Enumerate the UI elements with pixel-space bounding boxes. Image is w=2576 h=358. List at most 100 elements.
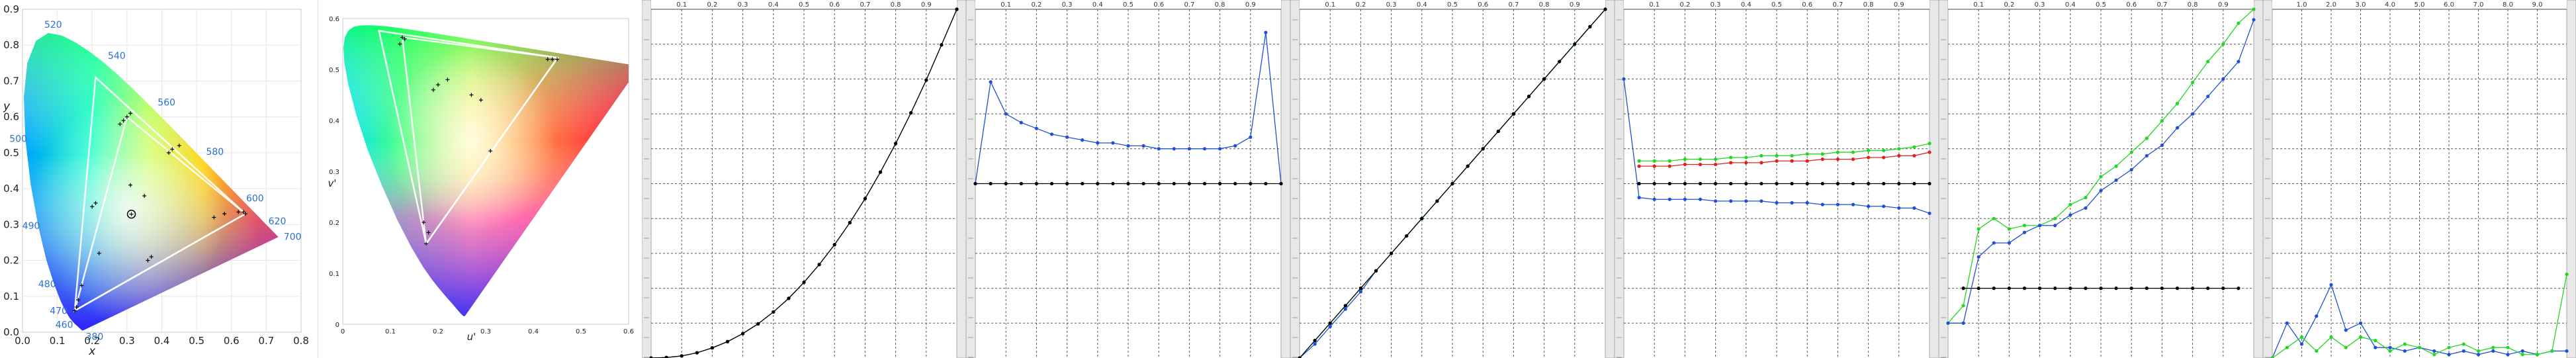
data-point (1667, 181, 1671, 186)
data-point (710, 346, 714, 350)
data-point (2160, 143, 2164, 148)
x-tick-label: 0.9 (1894, 1, 1904, 9)
x-tick-label: 6.0 (2444, 1, 2454, 9)
delta-e-color-chart: 1.0 2.0 3.0 4.0 5.0 6.0 7.0 8.0 9.0 (2263, 0, 2576, 358)
data-point (1141, 181, 1145, 186)
data-point (1851, 150, 1855, 154)
data-point (1667, 159, 1671, 163)
data-point (1992, 216, 1996, 220)
data-point (1343, 304, 1347, 308)
y-tick-label: 0.4 (329, 118, 339, 125)
data-point (2285, 345, 2289, 349)
delta-e-color-panel: 1.0 2.0 3.0 4.0 5.0 6.0 7.0 8.0 9.0 (2263, 0, 2576, 358)
data-point (2329, 283, 2333, 287)
data-point (2299, 342, 2304, 346)
data-point (1836, 157, 1840, 161)
data-point (1096, 141, 1100, 145)
gamma-curve-chart: 0.1 0.2 0.3 0.4 0.5 0.6 0.7 0.8 0.9 (642, 0, 966, 358)
data-point (1946, 321, 1950, 325)
data-point (2175, 287, 2180, 291)
data-point (1358, 287, 1362, 291)
gamma-deviation-chart: 0.1 0.2 0.3 0.4 0.5 0.6 0.7 0.8 0.9 (966, 0, 1290, 358)
data-point (1081, 181, 1085, 186)
data-point (1264, 181, 1268, 186)
data-point (1202, 181, 1207, 186)
data-point (1851, 181, 1855, 186)
x-tick-label: 0.7 (258, 335, 274, 347)
data-point (2447, 353, 2451, 357)
data-point (1897, 206, 1901, 210)
wavelength-label: 480 (38, 279, 56, 290)
x-tick-label: 0.2 (433, 328, 443, 336)
data-point (2068, 202, 2072, 206)
data-point (2099, 175, 2103, 179)
data-point (1805, 181, 1809, 186)
data-point (2329, 335, 2333, 339)
data-point (1313, 339, 1317, 343)
data-point (2129, 167, 2133, 172)
data-point (1759, 181, 1763, 186)
x-tick-label: 0.7 (860, 1, 870, 9)
data-point (1912, 206, 1916, 210)
data-point (1542, 77, 1546, 81)
data-point (2285, 321, 2289, 325)
x-tick-label: 9.0 (2532, 1, 2543, 9)
data-point (1820, 202, 1824, 206)
data-point (2068, 287, 2072, 291)
x-tick-label: 0.3 (2035, 1, 2045, 9)
x-tick-label: 0.4 (1092, 1, 1103, 9)
data-point (2053, 287, 2057, 291)
data-point (1897, 181, 1901, 186)
data-point (2506, 353, 2510, 357)
data-point (1496, 129, 1500, 134)
data-point (2114, 164, 2118, 168)
data-point (2432, 353, 2436, 357)
data-point (2160, 287, 2164, 291)
x-tick-label: 0.3 (1710, 1, 1721, 9)
data-point (2565, 272, 2569, 277)
data-point (1744, 199, 1748, 203)
data-point (1264, 30, 1268, 34)
data-point (1637, 181, 1641, 186)
data-point (2476, 349, 2481, 353)
x-tick-label: 0.5 (2096, 1, 2106, 9)
x-tick-label: 0.5 (576, 328, 586, 336)
data-point (1034, 181, 1038, 186)
data-point (1867, 148, 1871, 153)
data-point (1049, 181, 1054, 186)
data-point (1775, 159, 1779, 163)
data-point (1126, 181, 1130, 186)
data-point (1405, 234, 1409, 238)
data-point (2344, 345, 2348, 349)
data-point (1698, 157, 1703, 161)
x-tick-label: 0.5 (1771, 1, 1782, 9)
wavelength-label: 520 (44, 20, 62, 30)
cie-uv-chart: 0 0.1 0.2 0.3 0.4 0.5 0.6 0 0.1 0.2 0.3 0.4 0.5 0.6 u'… (318, 0, 642, 358)
data-point (1912, 154, 1916, 157)
data-point (1992, 287, 1996, 291)
data-point (2462, 349, 2465, 353)
data-point (1729, 156, 1733, 159)
data-point (2084, 195, 2088, 200)
x-tick-label: 0.6 (829, 1, 840, 9)
data-point (2145, 154, 2149, 157)
data-point (2315, 349, 2319, 353)
x-tick-label: 0.8 (1539, 1, 1550, 9)
data-point (2221, 77, 2225, 81)
x-tick-label: 0.8 (2188, 1, 2198, 9)
data-point (1976, 255, 1980, 259)
data-point (2175, 126, 2180, 130)
x-tick-label: 0.4 (1741, 1, 1752, 9)
data-point (989, 80, 993, 84)
data-point (1805, 159, 1809, 163)
data-point (1836, 181, 1840, 186)
data-point (680, 354, 684, 358)
wavelength-label: 580 (206, 147, 224, 157)
delta-e-luminance-panel: 0.1 0.2 0.3 0.4 0.5 0.6 0.7 0.8 0.9 (1939, 0, 2263, 358)
data-point (1759, 154, 1763, 157)
data-point (1882, 204, 1886, 208)
x-tick-label: 0.7 (1832, 1, 1843, 9)
data-point (2221, 42, 2225, 46)
data-point (2099, 287, 2103, 291)
data-point (2520, 349, 2524, 353)
